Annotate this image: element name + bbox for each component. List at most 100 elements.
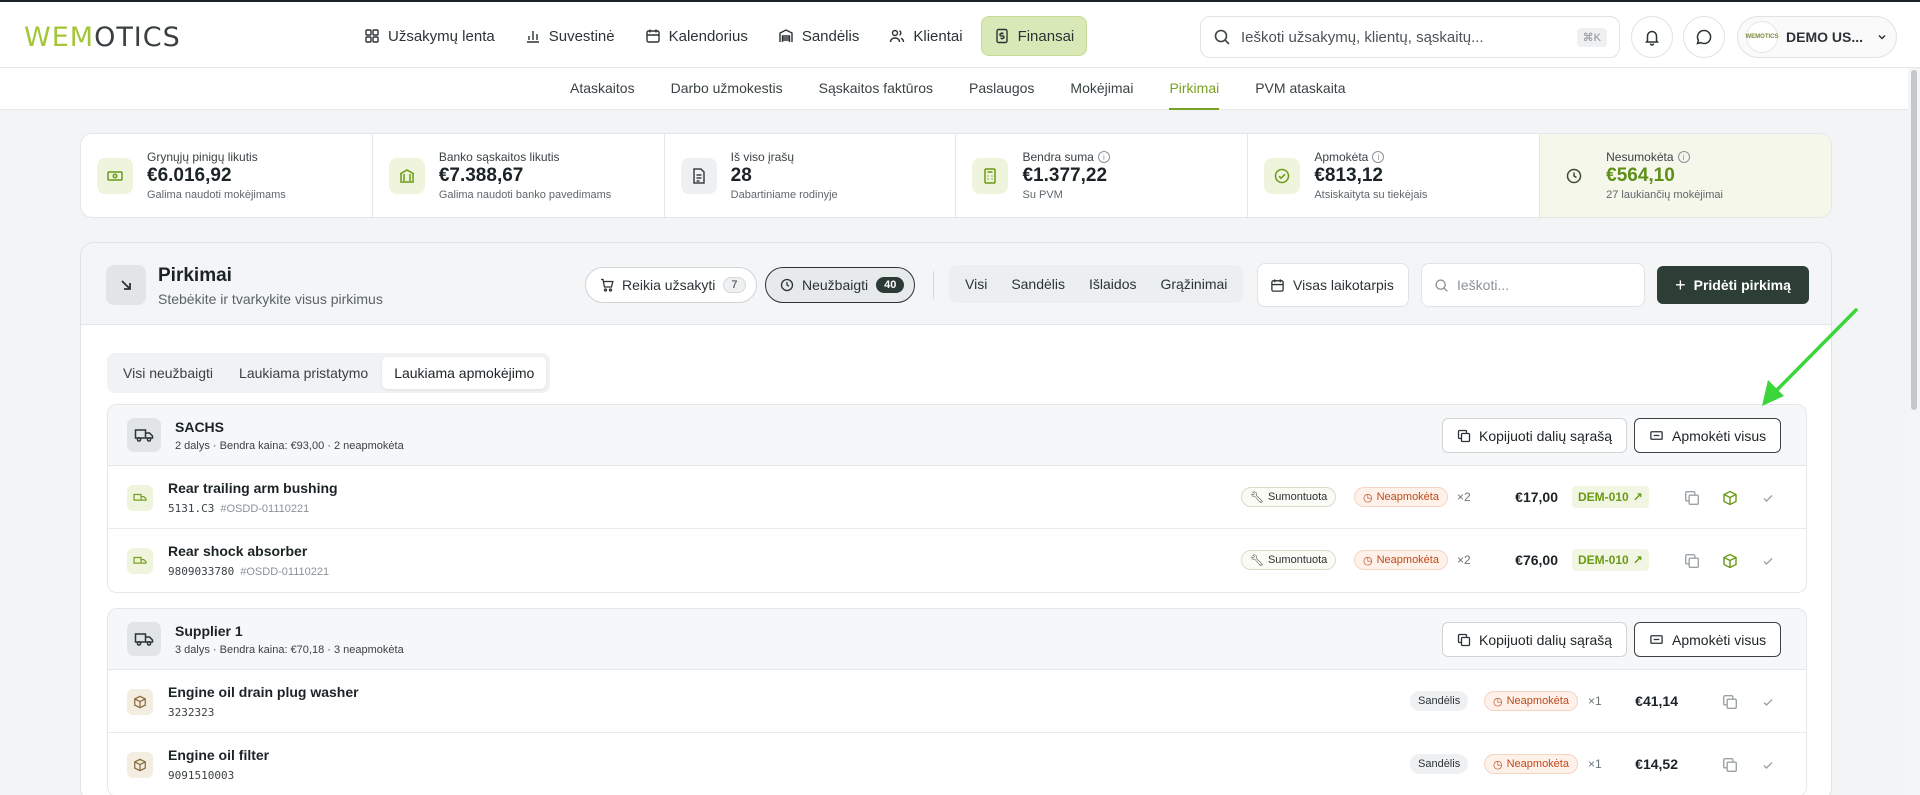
check-icon[interactable] [1760,553,1776,569]
copy-parts-list-button[interactable]: Kopijuoti dalių sąrašą [1442,418,1628,453]
stat-paid: Apmokėta i €813,12 Atsiskaityta su tiekėjai… [1248,134,1541,217]
stat-total-records: Iš viso įrašų 28 Dabartiniame rodinyje [665,134,957,217]
stat-subtitle: Atsiskaityta su tiekėjais [1314,189,1428,201]
nav-item-clients[interactable]: Klientai [877,16,974,56]
subnav-purchases[interactable]: Pirkimai [1169,68,1220,110]
wemotics-logo[interactable]: WEMOTICS [24,22,181,53]
clock-icon: ◷ [1363,554,1373,567]
subnav-payments[interactable]: Mokėjimai [1070,68,1133,110]
check-icon[interactable] [1760,490,1776,506]
pay-all-button[interactable]: Apmokėti visus [1634,418,1782,453]
messages-button[interactable] [1683,16,1725,58]
stat-value: €813,12 [1314,165,1383,186]
segment-warehouse[interactable]: Sandėlis [999,265,1077,303]
supplier-header: Supplier 1 3 dalys · Bendra kaina: €70,1… [108,609,1806,670]
external-link-icon: ↗ [1632,553,1643,567]
subnav-services[interactable]: Paslaugos [969,68,1034,110]
scrollbar[interactable] [1908,68,1920,795]
stat-title: Apmokėta [1314,150,1369,164]
segment-expenses[interactable]: Išlaidos [1077,265,1148,303]
check-icon[interactable] [1760,757,1776,773]
copy-icon [1457,633,1471,646]
package-icon[interactable] [1722,553,1738,569]
global-search-input[interactable]: Ieškoti užsakymų, klientų, sąskaitų... ⌘… [1200,16,1620,58]
nav-item-warehouse[interactable]: Sandėlis [766,16,872,56]
main-nav: Užsakymų lenta Suvestinė Kalendorius San… [352,16,1088,56]
users-icon [890,29,905,43]
stat-unpaid: Nesumokėta i €564,10 27 laukiančių mokėjima… [1540,134,1831,217]
bank-icon [388,157,425,194]
scrollbar-thumb[interactable] [1911,70,1917,410]
bar-chart-icon [526,31,539,43]
cash-icon [97,157,133,194]
info-icon[interactable]: i [1372,151,1385,163]
copy-icon[interactable] [1722,757,1738,773]
nav-item-label: Suvestinė [548,27,615,45]
copy-icon[interactable] [1684,553,1700,569]
wrench-icon: 🔧︎ [1250,491,1264,504]
copy-icon[interactable] [1722,694,1738,710]
price: €41,14 [1635,693,1678,709]
stat-cash-balance: Grynųjų pinigų likutis €6.016,92 Galima na… [81,134,373,217]
notifications-button[interactable] [1631,16,1673,58]
nav-item-order-board[interactable]: Užsakymų lenta [352,16,507,56]
card-icon [1650,431,1663,440]
copy-parts-list-label: Kopijuoti dalių sąrašą [1479,631,1613,648]
document-icon [680,157,717,194]
avatar: WEMOTICS [1746,21,1779,53]
table-row[interactable]: Rear trailing arm bushing 5131.C3 #OSDD-0… [108,466,1806,529]
tab-awaiting-payment[interactable]: Laukiama apmokėjimo [382,357,547,389]
status-badge-installed: 🔧︎ Sumontuota [1241,487,1337,507]
tab-all-incomplete[interactable]: Visi neužbaigti [111,357,225,389]
copy-icon[interactable] [1684,490,1700,506]
nav-item-finance[interactable]: Finansai [980,16,1088,56]
part-name: Engine oil filter [168,747,270,763]
quantity: ×2 [1457,553,1471,567]
user-menu-button[interactable]: WEMOTICS DEMO US... [1737,16,1897,58]
panel-header: Pirkimai Stebėkite ir tvarkykite visus p… [81,243,1831,325]
subnav-invoices[interactable]: Sąskaitos faktūros [819,68,933,110]
search-icon [1214,29,1230,45]
pay-all-button[interactable]: Apmokėti visus [1634,622,1782,657]
plus-icon: + [1675,274,1686,295]
filter-label: Reikia užsakyti [622,277,716,293]
nav-item-summary[interactable]: Suvestinė [513,16,627,56]
supplier-name: SACHS [175,419,225,435]
table-row[interactable]: Engine oil drain plug washer 3232323 San… [108,670,1806,733]
filter-label: Neužbaigti [802,277,869,293]
package-icon [127,689,153,715]
warehouse-icon [779,29,793,42]
subnav-reports[interactable]: Ataskaitos [570,68,635,110]
filter-needs-order[interactable]: Reikia užsakyti 7 [585,267,757,303]
table-row[interactable]: Engine oil filter 9091510003 Sandėlis ◷ N… [108,733,1806,795]
table-row[interactable]: Rear shock absorber 9809033780 #OSDD-0111… [108,529,1806,592]
part-name: Rear trailing arm bushing [168,480,338,496]
status-badge-unpaid: ◷ Neapmokėta [1484,691,1578,711]
chat-icon [1696,29,1712,45]
segment-all[interactable]: Visi [953,265,999,303]
check-icon[interactable] [1760,694,1776,710]
filter-incomplete[interactable]: Neužbaigti 40 [765,267,916,303]
nav-item-calendar[interactable]: Kalendorius [633,16,760,56]
stat-title: Nesumokėta [1606,150,1674,164]
stat-subtitle: Galima naudoti mokėjimams [147,189,286,201]
segment-returns[interactable]: Grąžinimai [1148,265,1239,303]
cart-icon [601,278,614,292]
nav-item-label: Kalendorius [668,27,748,45]
clock-icon [1556,158,1592,194]
subnav-vat-report[interactable]: PVM ataskaita [1255,68,1345,110]
purchase-search-input[interactable]: Ieškoti... [1421,263,1645,307]
package-icon[interactable] [1722,490,1738,506]
copy-parts-list-button[interactable]: Kopijuoti dalių sąrašą [1442,622,1628,657]
order-link[interactable]: DEM-010 ↗ [1572,486,1649,508]
add-purchase-button[interactable]: + Pridėti pirkimą [1657,266,1809,304]
check-circle-icon [1264,157,1301,194]
tab-awaiting-delivery[interactable]: Laukiama pristatymo [227,357,380,389]
info-icon[interactable]: i [1677,151,1690,163]
subnav-payroll[interactable]: Darbo užmokestis [671,68,783,110]
date-range-button[interactable]: Visas laikotarpis [1257,263,1409,307]
stat-title: Grynųjų pinigų likutis [147,150,258,164]
user-name: DEMO US... [1786,29,1864,45]
info-icon[interactable]: i [1097,151,1110,163]
order-link[interactable]: DEM-010 ↗ [1572,549,1649,571]
